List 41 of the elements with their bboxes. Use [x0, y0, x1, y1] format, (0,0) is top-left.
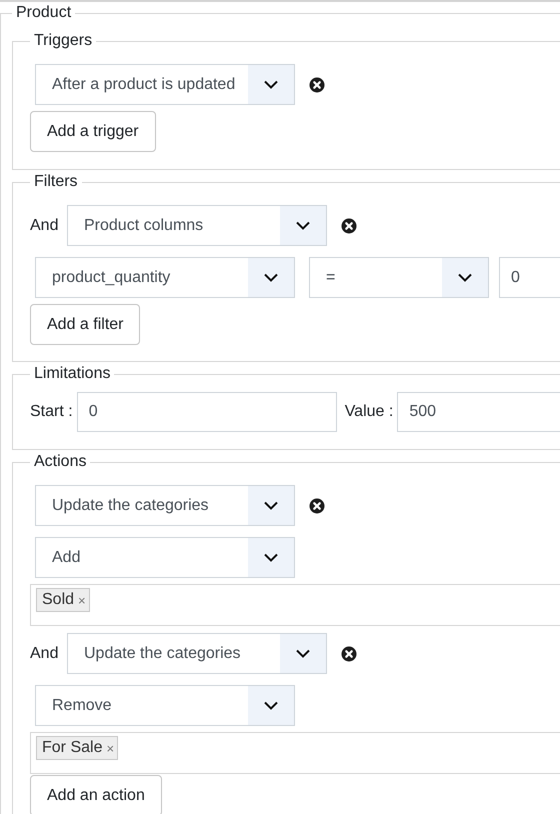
- dropdown[interactable]: Remove: [35, 685, 295, 726]
- tag-label: Sold: [42, 591, 74, 609]
- chevron-icon: [296, 221, 310, 230]
- add-button[interactable]: Add an action: [30, 775, 162, 814]
- chevron-icon: [458, 273, 472, 282]
- conjunction-label: And: [30, 216, 60, 234]
- section-legend: Limitations: [30, 363, 114, 385]
- section-legend: Product: [12, 2, 76, 24]
- dropdown[interactable]: Update the categories: [35, 485, 295, 526]
- chevron-icon: [264, 501, 278, 510]
- remove-tag-button[interactable]: ×: [78, 592, 86, 608]
- dropdown[interactable]: Update the categories: [67, 633, 327, 674]
- chevron-icon: [296, 649, 310, 658]
- chevron-icon: [264, 80, 278, 89]
- chevron-icon: [264, 701, 278, 710]
- remove-tag-button[interactable]: ×: [106, 740, 114, 756]
- dropdown[interactable]: product_quantity: [35, 257, 295, 298]
- section-legend: Triggers: [30, 30, 96, 52]
- tag-label: For Sale: [42, 739, 102, 757]
- close-icon[interactable]: [341, 218, 357, 234]
- close-icon[interactable]: [309, 76, 325, 92]
- start-label: Start :: [30, 403, 73, 421]
- dropdown[interactable]: Product columns: [67, 205, 327, 246]
- chevron-icon: [264, 273, 278, 282]
- value-field[interactable]: 500: [397, 392, 560, 432]
- dropdown[interactable]: Add: [35, 537, 295, 578]
- dropdown[interactable]: After a product is updated: [35, 64, 295, 105]
- tag-field[interactable]: For Sale ×: [30, 732, 560, 774]
- section-legend: Filters: [30, 171, 82, 193]
- chevron-icon: [264, 553, 278, 562]
- add-button[interactable]: Add a filter: [30, 304, 140, 345]
- section-legend: Actions: [30, 451, 90, 473]
- value-field[interactable]: 0: [499, 257, 560, 298]
- start-field[interactable]: 0: [76, 392, 337, 432]
- close-icon[interactable]: [309, 498, 325, 514]
- conjunction-label: And: [30, 644, 60, 662]
- tag-field[interactable]: Sold ×: [30, 584, 560, 626]
- close-icon[interactable]: [341, 646, 357, 662]
- dropdown[interactable]: =: [309, 257, 489, 298]
- add-button[interactable]: Add a trigger: [30, 111, 156, 152]
- value-label: Value :: [344, 403, 394, 421]
